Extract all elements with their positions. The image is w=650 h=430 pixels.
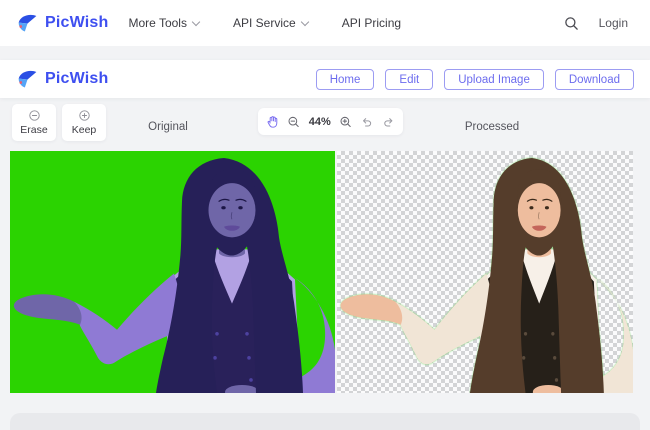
nav-menu: More Tools API Service API Pricing — [129, 16, 402, 30]
download-button[interactable]: Download — [554, 68, 634, 90]
editor-header: PicWish Home Edit Upload Image Download — [0, 60, 650, 98]
nav-item-api-pricing[interactable]: API Pricing — [342, 16, 401, 30]
nav-item-more-tools[interactable]: More Tools — [129, 16, 201, 30]
erase-tool-button[interactable]: Erase — [12, 104, 56, 141]
redo-icon[interactable] — [382, 115, 395, 129]
zoom-in-icon[interactable] — [339, 115, 352, 129]
undo-icon[interactable] — [360, 115, 373, 129]
zoom-level-value: 44% — [308, 115, 331, 128]
brand-name: PicWish — [45, 70, 109, 87]
upload-image-button[interactable]: Upload Image — [444, 68, 544, 90]
chevron-down-icon — [300, 17, 309, 26]
brand-name: PicWish — [45, 14, 109, 31]
processed-canvas[interactable] — [337, 151, 633, 393]
zoom-out-icon[interactable] — [287, 115, 300, 129]
keep-label: Keep — [71, 124, 97, 136]
picwish-logo[interactable]: PicWish — [16, 12, 109, 35]
canvas-toolbar: 44% — [258, 108, 403, 135]
keep-tool-button[interactable]: Keep — [62, 104, 106, 141]
erase-label: Erase — [20, 124, 48, 136]
plus-circle-icon — [78, 110, 90, 121]
picwish-logo-icon — [18, 70, 37, 87]
home-button[interactable]: Home — [315, 68, 375, 90]
editor-logo[interactable]: PicWish — [16, 68, 109, 91]
search-icon[interactable] — [564, 16, 579, 31]
chevron-down-icon — [191, 17, 201, 26]
bottom-panel-handle — [10, 413, 640, 430]
original-canvas[interactable] — [10, 151, 335, 393]
processed-panel-label: Processed — [464, 121, 520, 133]
processed-cutout — [337, 151, 633, 393]
minus-circle-icon — [28, 110, 40, 121]
nav-item-api-service[interactable]: API Service — [233, 16, 309, 30]
edit-button[interactable]: Edit — [385, 68, 434, 90]
top-navbar: PicWish More Tools API Service API Prici… — [0, 0, 650, 46]
hand-pan-tool-icon[interactable] — [266, 115, 279, 129]
picwish-logo-icon — [18, 14, 37, 31]
login-link[interactable]: Login — [599, 16, 628, 30]
original-panel-label: Original — [148, 121, 188, 133]
original-photo — [10, 151, 335, 393]
